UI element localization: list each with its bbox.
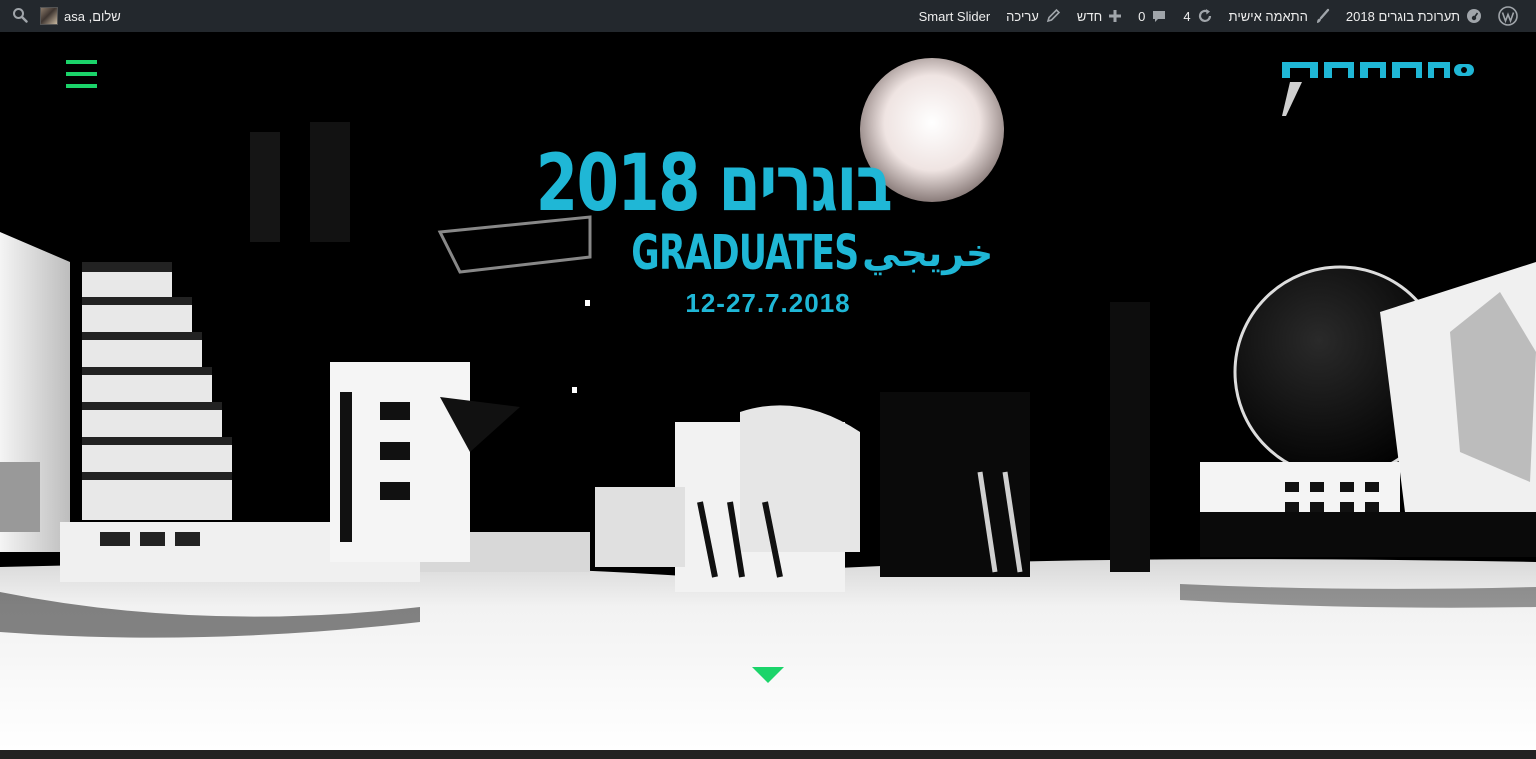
new-content-menu[interactable]: חדש [1069,0,1130,32]
edit-link[interactable]: עריכה [998,0,1069,32]
smart-slider-label: Smart Slider [918,8,991,24]
scroll-down-arrow-icon[interactable] [751,666,785,684]
updates-icon [1197,8,1213,24]
paintbrush-icon [1314,8,1330,24]
new-label: חדש [1076,8,1103,24]
site-name-label: תערוכת בוגרים 2018 [1345,8,1460,24]
wordpress-icon [1498,6,1518,26]
admin-bar: תערוכת בוגרים 2018 התאמה אישית 4 0 חדש ע… [0,0,1536,32]
updates-count: 4 [1183,8,1191,24]
comment-bubble-icon [1151,8,1167,24]
comments-count: 0 [1138,8,1146,24]
menu-line-bottom [66,84,97,88]
pencil-icon [1045,8,1061,24]
title-secondary-row: GRADUATES خريجي [610,225,993,281]
customize-link[interactable]: התאמה אישית [1221,0,1338,32]
page-bottom-strip [0,750,1536,759]
site-name-menu[interactable]: תערוכת בוגרים 2018 [1338,0,1490,32]
exhibition-dates: 12-27.7.2018 [685,288,851,318]
hamburger-menu-icon[interactable] [66,60,97,88]
admin-bar-primary: תערוכת בוגרים 2018 התאמה אישית 4 0 חדש ע… [911,0,1526,32]
admin-bar-secondary: שלום, asa [8,0,129,32]
comments-link[interactable]: 0 [1130,0,1175,32]
greeting-label: שלום, asa [64,8,121,24]
musrara-logo[interactable] [1278,58,1476,122]
updates-link[interactable]: 4 [1175,0,1220,32]
menu-line-top [66,60,97,64]
menu-line-middle [66,72,97,76]
title-arabic: خريجي [862,231,994,275]
my-account-menu[interactable]: שלום, asa [32,0,129,32]
title-hebrew: בוגרים 2018 [535,139,893,229]
plus-icon [1108,9,1122,23]
dashboard-icon [1466,8,1482,24]
avatar [40,7,58,25]
hero-section: בוגרים 2018 GRADUATES خريجي 12-27.7.2018 [0,32,1536,750]
wp-logo-menu[interactable] [1490,0,1526,32]
customize-label: התאמה אישית [1228,8,1308,24]
smart-slider-link[interactable]: Smart Slider [911,0,999,32]
search-toggle[interactable] [8,0,32,32]
edit-label: עריכה [1006,8,1039,24]
exhibition-title: בוגרים 2018 GRADUATES خريجي 12-27.7.2018 [535,139,993,330]
title-english: GRADUATES [631,225,859,281]
search-icon [12,7,28,26]
